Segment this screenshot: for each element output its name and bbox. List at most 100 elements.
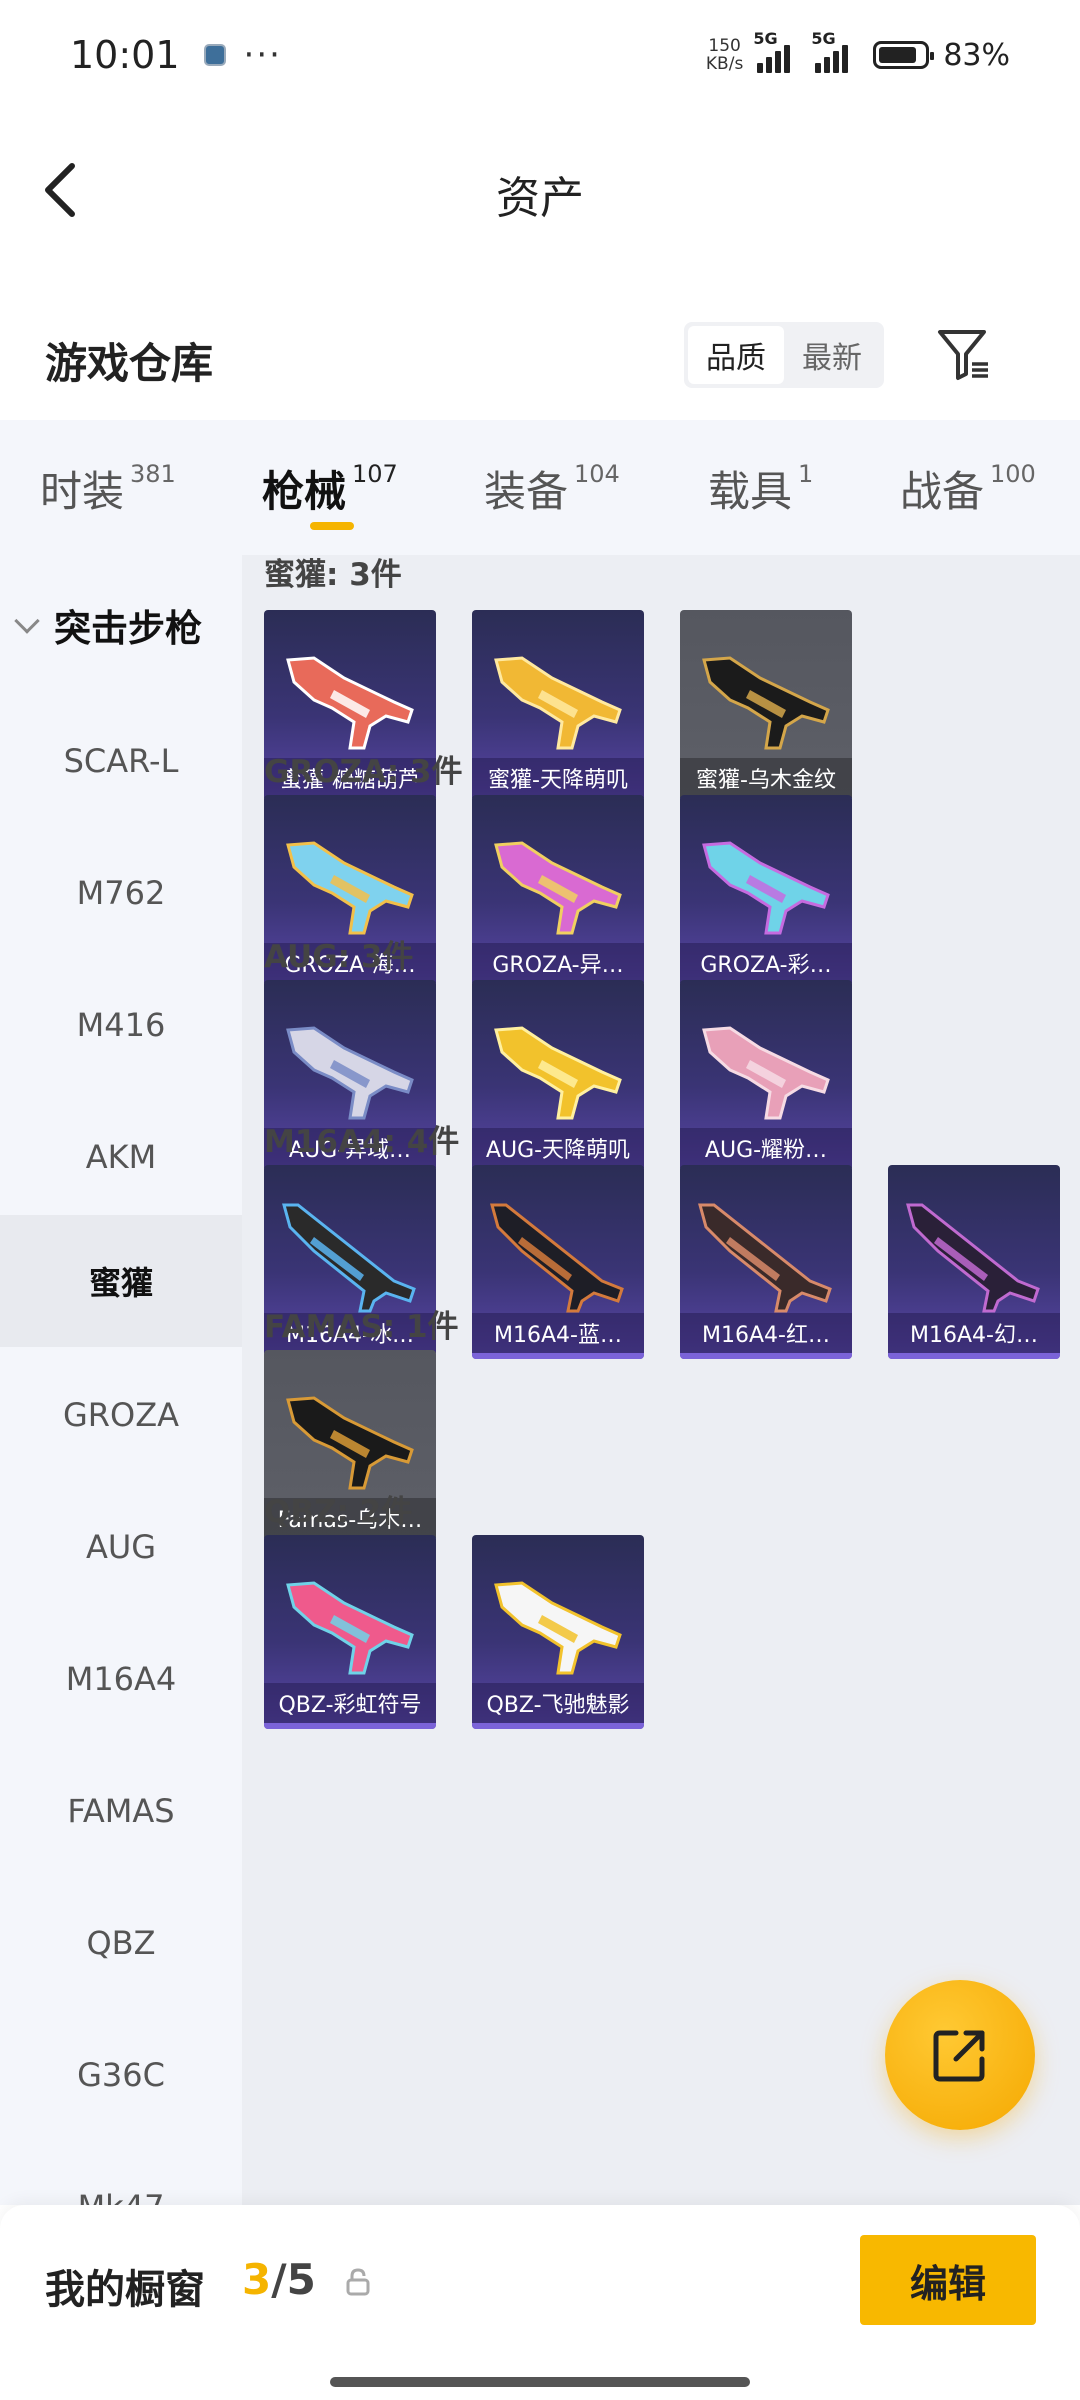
sidebar-item-label: FAMAS xyxy=(67,1792,175,1830)
sidebar-item[interactable]: 蜜獾 xyxy=(0,1215,242,1347)
weapon-card-name: 蜜獾-乌木金纹 xyxy=(680,758,852,798)
sidebar-item[interactable]: QBZ xyxy=(0,1877,242,2009)
sidebar-item[interactable]: AKM xyxy=(0,1091,242,1223)
weapon-card-name: QBZ-飞驰魅影 xyxy=(472,1683,644,1723)
battery-icon xyxy=(873,41,935,69)
app-notification-icon xyxy=(203,44,226,66)
weapon-card-name: M16A4-幻… xyxy=(888,1313,1060,1353)
sidebar-item[interactable]: GROZA xyxy=(0,1349,242,1481)
net-speed: 150 KB/s xyxy=(706,37,743,73)
weapon-skin-image xyxy=(698,1203,832,1313)
signal-icon: 5G xyxy=(753,29,801,73)
weapon-card[interactable]: AUG-耀粉… xyxy=(680,980,852,1174)
weapon-skin-image xyxy=(906,1203,1040,1313)
share-icon xyxy=(933,2030,985,2082)
share-button[interactable] xyxy=(885,1980,1035,2130)
sidebar-item-label: GROZA xyxy=(62,1396,180,1434)
lock-icon xyxy=(346,2268,370,2296)
tab-count: 104 xyxy=(574,460,620,488)
weapon-card-name: M16A4-蓝… xyxy=(472,1313,644,1353)
group-title: GROZA: 3件 xyxy=(264,754,463,790)
group-title: M16A4: 4件 xyxy=(264,1124,460,1160)
weapon-card-name: 蜜獾-天降萌叽 xyxy=(472,758,644,798)
sidebar-item[interactable]: M762 xyxy=(0,827,242,959)
net-speed-value: 150 xyxy=(708,36,741,56)
weapon-card[interactable]: QBZ-彩虹符号 xyxy=(264,1535,436,1729)
showcase-current: 3 xyxy=(242,2255,272,2304)
sort-toggle: 品质 最新 xyxy=(684,322,884,388)
tab-fashion[interactable]: 时装 381 xyxy=(40,458,176,519)
weapon-card[interactable]: M16A4-蓝… xyxy=(472,1165,644,1359)
weapon-card[interactable]: 蜜獾-天降萌叽 xyxy=(472,610,644,804)
weapon-card[interactable]: GROZA-异… xyxy=(472,795,644,989)
tab-label: 时装 xyxy=(40,467,125,516)
page-header: 资产 xyxy=(0,130,1080,250)
weapon-card[interactable]: M16A4-红… xyxy=(680,1165,852,1359)
weapon-type-sidebar: 突击步枪 SCAR-L M762 M416 AKM 蜜獾 GROZA AUG M16A4 FAM… xyxy=(0,555,242,2205)
tab-label: 枪械 xyxy=(262,467,347,516)
sidebar-item[interactable]: FAMAS xyxy=(0,1745,242,1877)
weapon-skin-image xyxy=(494,841,622,935)
tab-weapons[interactable]: 枪械 107 xyxy=(262,458,398,519)
weapon-grid: 蜜獾: 3件 蜜獾-糖糖葫芦 蜜獾-天降萌叽 蜜獾-乌木金纹 GROZA: 3件 GROZ… xyxy=(242,555,1080,2205)
sidebar-item[interactable]: M416 xyxy=(0,959,242,1091)
active-tab-indicator xyxy=(310,522,354,530)
weapon-card[interactable]: M16A4-幻… xyxy=(888,1165,1060,1359)
sidebar-item-label: M16A4 xyxy=(65,1660,177,1698)
sidebar-item[interactable]: G36C xyxy=(0,2009,242,2141)
tab-count: 107 xyxy=(352,460,398,488)
rarity-bar xyxy=(472,1353,644,1359)
sidebar-item[interactable]: SCAR-L xyxy=(0,695,242,827)
weapon-card[interactable]: QBZ-飞驰魅影 xyxy=(472,1535,644,1729)
battery-fill xyxy=(879,47,916,63)
sidebar-item[interactable]: M16A4 xyxy=(0,1613,242,1745)
sidebar-item-label: SCAR-L xyxy=(63,742,179,780)
tab-vehicles[interactable]: 载具 1 xyxy=(708,458,813,519)
tab-label: 载具 xyxy=(708,467,793,516)
showcase-label: 我的橱窗 xyxy=(45,2267,205,2313)
showcase-bar: 我的橱窗 3/5 编辑 xyxy=(0,2205,1080,2400)
weapon-card[interactable]: 蜜獾-乌木金纹 xyxy=(680,610,852,804)
weapon-card-name: QBZ-彩虹符号 xyxy=(264,1683,436,1723)
rarity-bar xyxy=(472,1723,644,1729)
chevron-down-icon xyxy=(14,608,40,634)
sidebar-group-assault-rifles[interactable]: 突击步枪 xyxy=(0,555,242,695)
sort-newest-button[interactable]: 最新 xyxy=(784,326,880,384)
status-time: 10:01 xyxy=(70,33,180,77)
sidebar-item-label: QBZ xyxy=(86,1924,156,1962)
rarity-bar xyxy=(264,1723,436,1729)
filter-button[interactable] xyxy=(934,324,994,384)
sidebar-group-label: 突击步枪 xyxy=(54,607,202,650)
tab-label: 装备 xyxy=(484,467,569,516)
tab-supplies[interactable]: 战备 100 xyxy=(900,458,1036,519)
sort-quality-button[interactable]: 品质 xyxy=(688,326,784,384)
weapon-card-name: GROZA-彩… xyxy=(680,943,852,983)
showcase-max: 5 xyxy=(286,2255,316,2304)
group-title: QBZ: 2件 xyxy=(264,1494,413,1530)
sidebar-item[interactable]: AUG xyxy=(0,1481,242,1613)
sidebar-item-label: AKM xyxy=(85,1138,157,1176)
weapon-skin-image xyxy=(282,1203,416,1313)
edit-button[interactable]: 编辑 xyxy=(860,2235,1036,2325)
home-indicator xyxy=(330,2377,750,2387)
weapon-skin-image xyxy=(494,1026,622,1120)
sidebar-item-label: M762 xyxy=(76,874,166,912)
warehouse-title: 游戏仓库 xyxy=(45,339,214,388)
showcase-separator: / xyxy=(271,2255,287,2304)
tab-count: 100 xyxy=(990,460,1036,488)
weapon-card[interactable]: GROZA-彩… xyxy=(680,795,852,989)
showcase-count: 3/5 xyxy=(242,2255,316,2304)
sidebar-item[interactable]: Mk47 xyxy=(0,2141,242,2205)
group-title: FAMAS: 1件 xyxy=(264,1309,459,1345)
weapon-card-name: M16A4-红… xyxy=(680,1313,852,1353)
sidebar-item-label: G36C xyxy=(77,2056,165,2094)
status-bar: 10:01 ··· 150 KB/s 5G 5G 83% xyxy=(0,0,1080,110)
sidebar-item-label: 蜜獾 xyxy=(88,1264,153,1302)
weapon-card[interactable]: AUG-天降萌叽 xyxy=(472,980,644,1174)
weapon-skin-image xyxy=(494,1581,622,1675)
tab-equipment[interactable]: 装备 104 xyxy=(484,458,620,519)
weapon-skin-image xyxy=(286,656,414,750)
rarity-bar xyxy=(888,1353,1060,1359)
group-title: AUG: 3件 xyxy=(264,939,414,975)
weapon-skin-image xyxy=(286,1396,414,1490)
